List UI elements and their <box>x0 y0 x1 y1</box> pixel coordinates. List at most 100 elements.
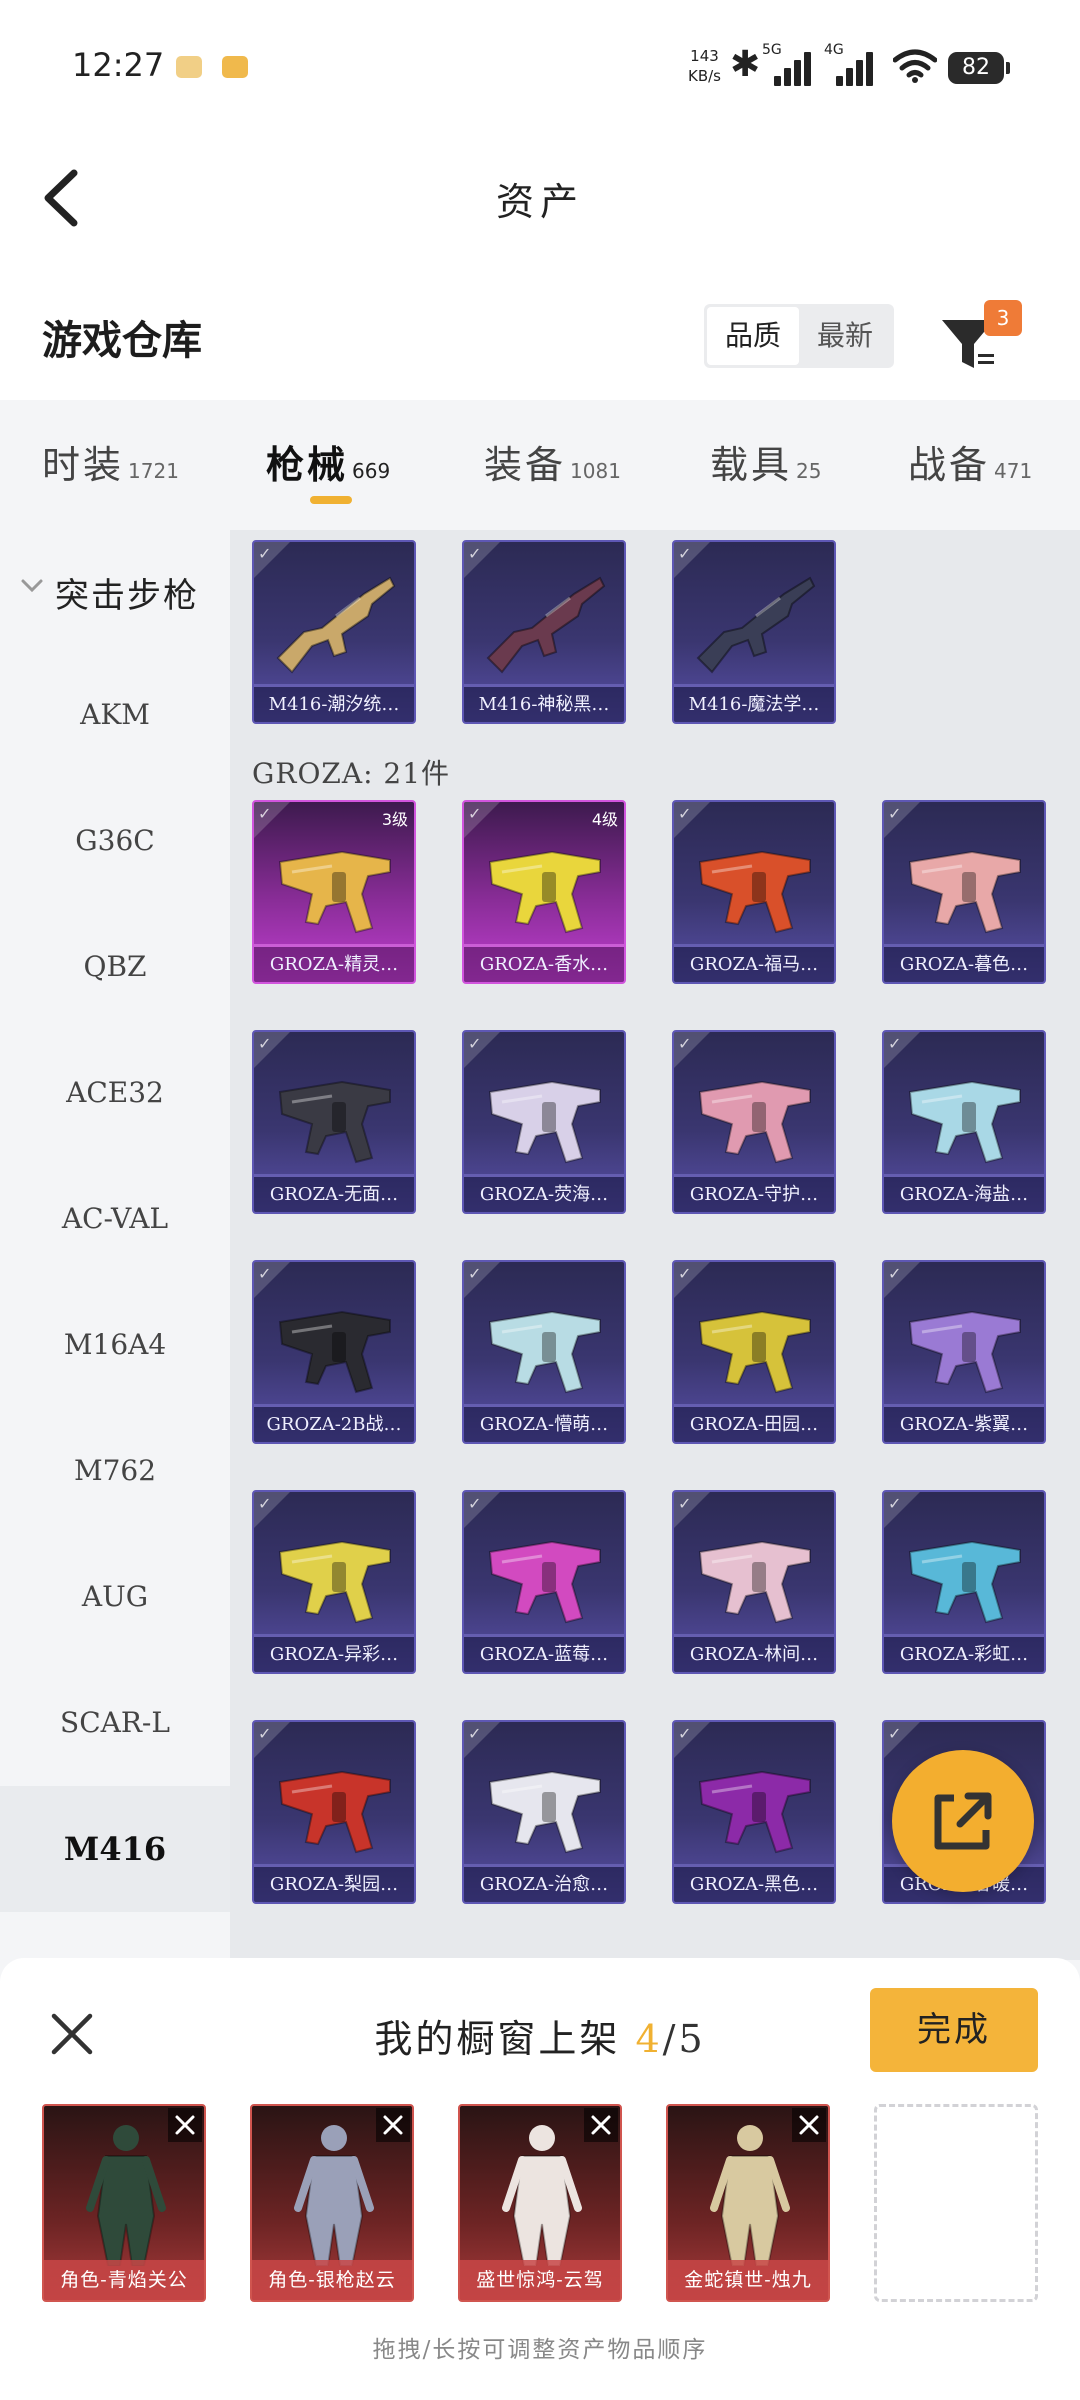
weapon-image-icon <box>908 1310 1021 1394</box>
sidebar-item-m762[interactable]: M762 <box>0 1408 230 1534</box>
check-icon: ✓ <box>678 1494 692 1513</box>
sidebar-item-akm[interactable]: AKM <box>0 652 230 778</box>
weapon-card[interactable]: ✓ GROZA-懵萌… <box>462 1260 626 1444</box>
sidebar-item-qbz[interactable]: QBZ <box>0 904 230 1030</box>
showcase-item-name: 金蛇镇世-烛九 <box>668 2260 828 2300</box>
weapon-card[interactable]: ✓ GROZA-福马… <box>672 800 836 984</box>
remove-icon[interactable] <box>168 2108 202 2142</box>
tab-equipment[interactable]: 装备 1081 <box>484 434 621 489</box>
weapon-card[interactable]: ✓ GROZA-无面… <box>252 1030 416 1214</box>
tab-vehicles[interactable]: 载具 25 <box>710 434 821 489</box>
weapon-level-badge: 4级 <box>591 810 618 829</box>
check-icon: ✓ <box>678 1264 692 1283</box>
remove-icon[interactable] <box>584 2108 618 2142</box>
filter-button[interactable]: 3 <box>936 300 1022 376</box>
character-figure-icon <box>710 2125 790 2266</box>
weapon-name: GROZA-2B战… <box>254 1404 414 1442</box>
weapon-card[interactable]: ✓ GROZA-紫翼… <box>882 1260 1046 1444</box>
character-figure-icon <box>86 2125 166 2266</box>
notification-icon <box>176 56 202 78</box>
showcase-slot[interactable]: 角色-青焰关公 <box>42 2104 206 2302</box>
showcase-slot[interactable]: 角色-银枪赵云 <box>250 2104 414 2302</box>
tab-fashion[interactable]: 时装 1721 <box>42 434 179 489</box>
battery-icon: 82 <box>948 52 1010 84</box>
weapon-name: GROZA-彩虹… <box>884 1634 1044 1672</box>
weapon-image-icon <box>278 1080 391 1164</box>
bluetooth-icon: ✱ <box>730 44 761 85</box>
check-icon: ✓ <box>468 1264 482 1283</box>
warehouse-header: 游戏仓库 品质 最新 3 <box>0 260 1080 400</box>
weapon-card[interactable]: ✓ GROZA-海盐… <box>882 1030 1046 1214</box>
weapon-card[interactable]: ✓ GROZA-林间… <box>672 1490 836 1674</box>
check-icon: ✓ <box>468 1034 482 1053</box>
top-bar: 资产 <box>0 135 1080 260</box>
weapon-name: GROZA-治愈… <box>464 1864 624 1902</box>
category-tabs: 时装 1721 枪械 669 装备 1081 载具 25 战备 471 <box>0 400 1080 530</box>
weapon-card[interactable]: ✓ GROZA-荧海… <box>462 1030 626 1214</box>
sidebar-item-ac-val[interactable]: AC-VAL <box>0 1156 230 1282</box>
sidebar-item-scar-l[interactable]: SCAR-L <box>0 1660 230 1786</box>
weapon-card[interactable]: ✓ GROZA-异彩… <box>252 1490 416 1674</box>
check-icon: ✓ <box>888 1494 902 1513</box>
empty-slot[interactable] <box>874 2104 1038 2302</box>
weapon-card[interactable]: ✓ M416-潮汐统… <box>252 540 416 724</box>
showcase-item-name: 角色-青焰关公 <box>44 2260 204 2300</box>
sidebar-item-g36c[interactable]: G36C <box>0 778 230 904</box>
weapon-card[interactable]: ✓ GROZA-守护… <box>672 1030 836 1214</box>
weapon-card[interactable]: ✓ GROZA-彩虹… <box>882 1490 1046 1674</box>
sidebar-item-aug[interactable]: AUG <box>0 1534 230 1660</box>
done-button[interactable]: 完成 <box>870 1988 1038 2072</box>
sidebar-item-m416[interactable]: M416 <box>0 1786 230 1912</box>
showcase-slot[interactable]: 盛世惊鸿-云驾 <box>458 2104 622 2302</box>
weapon-image-icon <box>488 1310 601 1394</box>
weapon-name: GROZA-田园… <box>674 1404 834 1442</box>
weapon-image-icon <box>278 1770 391 1854</box>
weapon-card[interactable]: ✓ GROZA-田园… <box>672 1260 836 1444</box>
weapon-name: M416-潮汐统… <box>254 684 414 722</box>
weapon-card[interactable]: ✓ GROZA-梨园… <box>252 1720 416 1904</box>
showcase-slot[interactable]: 金蛇镇世-烛九 <box>666 2104 830 2302</box>
sidebar-group-assault-rifles[interactable]: 突击步枪 <box>0 560 230 620</box>
share-button[interactable] <box>892 1750 1034 1892</box>
check-icon: ✓ <box>258 1724 272 1743</box>
weapon-name: M416-神秘黑… <box>464 684 624 722</box>
weapon-card[interactable]: ✓ GROZA-香水… 4级 <box>462 800 626 984</box>
character-figure-icon <box>502 2125 582 2266</box>
weapon-name: GROZA-香水… <box>464 944 624 982</box>
weapon-image-icon <box>486 576 606 674</box>
weapon-name: GROZA-暮色… <box>884 944 1044 982</box>
weapon-image-icon <box>698 1310 811 1394</box>
tab-supplies[interactable]: 战备 471 <box>908 434 1032 489</box>
remove-icon[interactable] <box>376 2108 410 2142</box>
weapon-card[interactable]: ✓ GROZA-治愈… <box>462 1720 626 1904</box>
weapon-card[interactable]: ✓ GROZA-精灵… 3级 <box>252 800 416 984</box>
tab-firearms[interactable]: 枪械 669 <box>266 434 390 489</box>
remove-icon[interactable] <box>792 2108 826 2142</box>
filter-count-badge: 3 <box>984 300 1022 336</box>
item-grid: GROZA: 21件 ✓ M416-潮汐统… ✓ M416-神秘黑… ✓ M416-魔法学… <box>230 530 1080 1960</box>
app-notification-icon <box>222 56 248 78</box>
weapon-card[interactable]: ✓ GROZA-暮色… <box>882 800 1046 984</box>
sort-toggle: 品质 最新 <box>704 304 894 368</box>
weapon-card[interactable]: ✓ M416-魔法学… <box>672 540 836 724</box>
weapon-card[interactable]: ✓ GROZA-2B战… <box>252 1260 416 1444</box>
warehouse-title: 游戏仓库 <box>42 317 202 364</box>
sidebar-item-ace32[interactable]: ACE32 <box>0 1030 230 1156</box>
check-icon: ✓ <box>888 1034 902 1053</box>
weapon-name: GROZA-梨园… <box>254 1864 414 1902</box>
weapon-name: GROZA-福马… <box>674 944 834 982</box>
sort-newest-button[interactable]: 最新 <box>799 307 891 365</box>
weapon-card[interactable]: ✓ GROZA-黑色… <box>672 1720 836 1904</box>
check-icon: ✓ <box>678 1724 692 1743</box>
check-icon: ✓ <box>258 804 272 823</box>
weapon-image-icon <box>698 850 811 934</box>
check-icon: ✓ <box>888 1724 902 1743</box>
weapon-name: GROZA-荧海… <box>464 1174 624 1212</box>
sidebar-item-m16a4[interactable]: M16A4 <box>0 1282 230 1408</box>
check-icon: ✓ <box>678 804 692 823</box>
status-bar: 12:27 143 KB/s ✱ 5G 4G 82 <box>0 0 1080 135</box>
showcase-item-name: 角色-银枪赵云 <box>252 2260 412 2300</box>
sort-quality-button[interactable]: 品质 <box>707 307 799 365</box>
weapon-card[interactable]: ✓ M416-神秘黑… <box>462 540 626 724</box>
weapon-card[interactable]: ✓ GROZA-蓝莓… <box>462 1490 626 1674</box>
